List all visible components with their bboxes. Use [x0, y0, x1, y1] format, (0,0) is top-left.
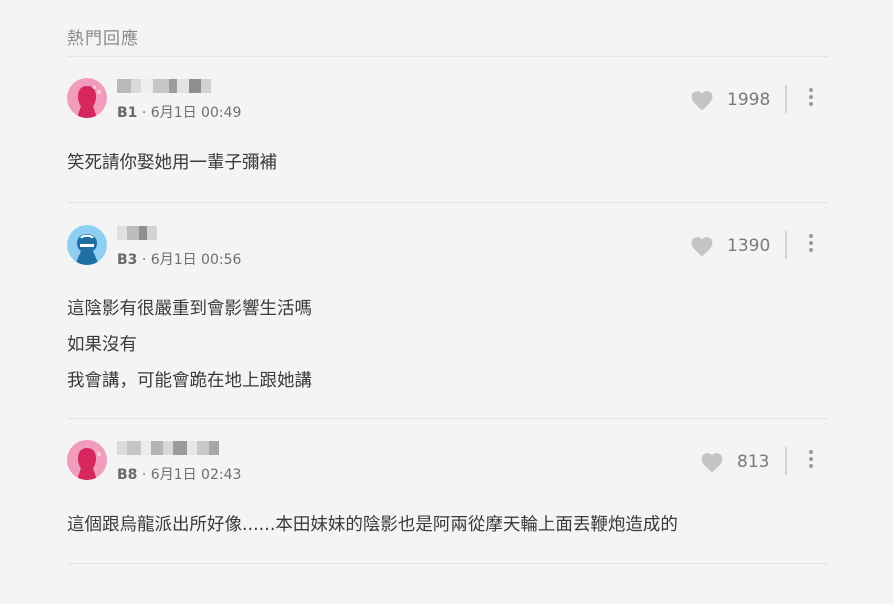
comment-meta: B3 · 6月1日 00:56: [117, 252, 242, 268]
more-options-button[interactable]: [807, 450, 815, 472]
heart-icon: [701, 453, 723, 473]
comment-body: 這陰影有很嚴重到會影響生活嗎 如果沒有 我會講，可能會跪在地上跟她講: [67, 291, 312, 399]
like-count: 813: [737, 451, 770, 472]
comment-line: 笑死請你娶她用一輩子彌補: [67, 153, 277, 173]
comment-body: 這個跟烏龍派出所好像......本田妹妹的陰影也是阿兩從摩天輪上面丟鞭炮造成的: [67, 507, 678, 543]
timestamp: 6月1日 00:56: [150, 252, 242, 268]
female-avatar-icon: [67, 78, 107, 118]
like-count: 1998: [727, 89, 771, 110]
comment-line: 如果沒有: [67, 335, 137, 355]
heart-icon: [691, 91, 713, 111]
avatar[interactable]: [67, 440, 107, 480]
timestamp: 6月1日 00:49: [150, 105, 242, 121]
username-blurred: [117, 79, 211, 93]
separator: [785, 447, 787, 475]
avatar[interactable]: [67, 225, 107, 265]
more-vertical-icon: [807, 450, 815, 468]
section-title: 熱門回應: [67, 29, 139, 49]
comment-line: 這陰影有很嚴重到會影響生活嗎: [67, 299, 312, 319]
more-options-button[interactable]: [807, 88, 815, 110]
comment-line: 我會講，可能會跪在地上跟她講: [67, 371, 312, 391]
username-blurred: [117, 441, 219, 455]
divider: [67, 56, 828, 57]
comment-line: 這個跟烏龍派出所好像......本田妹妹的陰影也是阿兩從摩天輪上面丟鞭炮造成的: [67, 515, 678, 535]
like-count: 1390: [727, 235, 771, 256]
floor-label: B1: [117, 105, 138, 121]
heart-icon: [691, 237, 713, 257]
floor-label: B3: [117, 252, 138, 268]
divider: [67, 202, 828, 203]
separator: [785, 85, 787, 113]
like-button[interactable]: 813: [699, 450, 769, 473]
more-vertical-icon: [807, 88, 815, 106]
more-vertical-icon: [807, 234, 815, 252]
comment-meta: B8 · 6月1日 02:43: [117, 467, 242, 483]
comment-meta: B1 · 6月1日 00:49: [117, 105, 242, 121]
divider: [67, 563, 828, 564]
floor-label: B8: [117, 467, 138, 483]
more-options-button[interactable]: [807, 234, 815, 256]
divider: [67, 418, 828, 419]
username-blurred: [117, 226, 157, 240]
like-button[interactable]: 1998: [689, 88, 770, 111]
timestamp: 6月1日 02:43: [150, 467, 242, 483]
female-avatar-icon: [67, 440, 107, 480]
male-avatar-icon: [67, 225, 107, 265]
separator: [785, 231, 787, 259]
avatar[interactable]: [67, 78, 107, 118]
like-button[interactable]: 1390: [689, 234, 770, 257]
comment-body: 笑死請你娶她用一輩子彌補: [67, 145, 277, 181]
